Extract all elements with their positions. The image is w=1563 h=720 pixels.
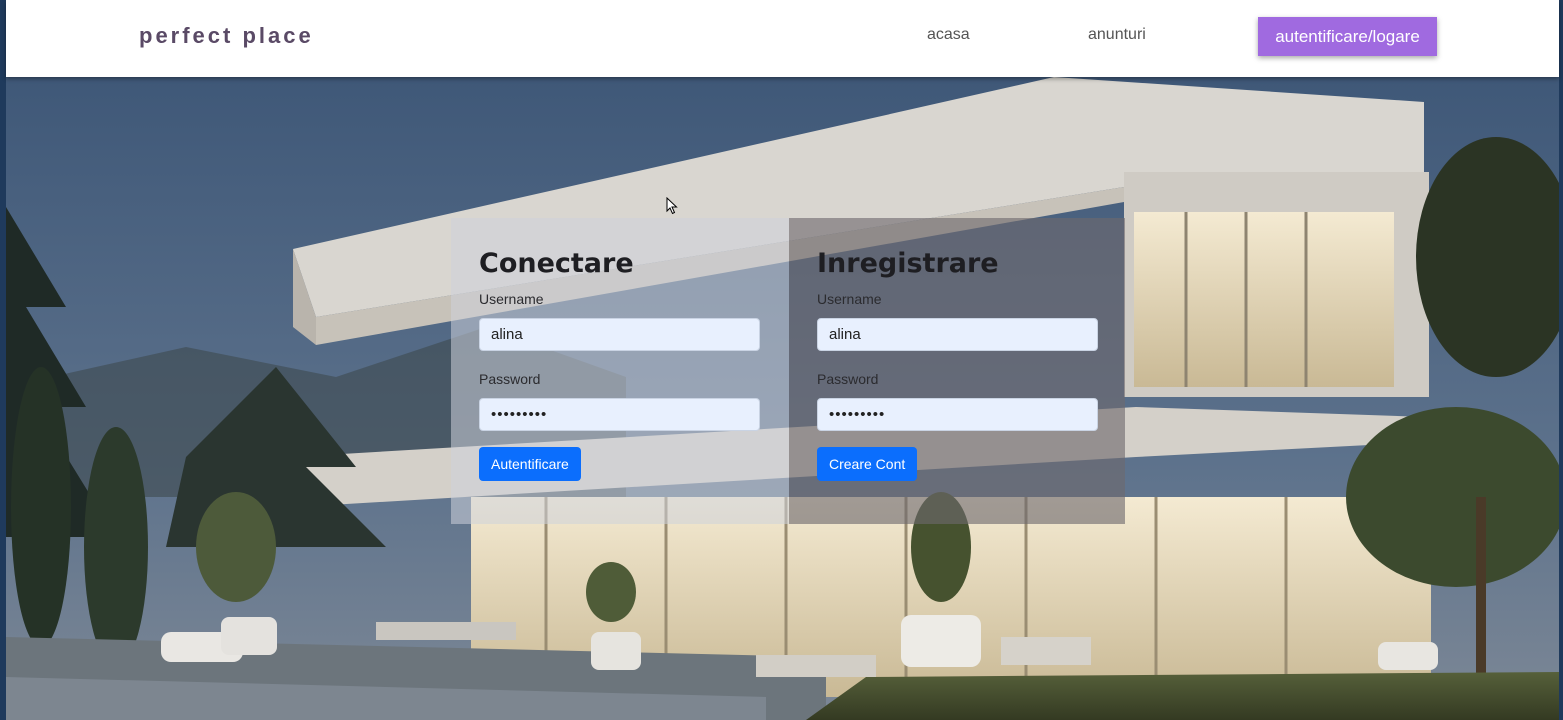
login-username-label: Username <box>479 291 544 307</box>
login-title: Conectare <box>479 248 634 279</box>
login-username-input[interactable] <box>479 318 760 351</box>
nav-link-anunturi[interactable]: anunturi <box>1088 26 1146 44</box>
login-button[interactable]: Autentificare <box>479 447 581 481</box>
navbar: perfect place acasa anunturi autentifica… <box>6 0 1559 77</box>
nav-auth-button[interactable]: autentificare/logare <box>1258 17 1437 56</box>
register-password-label: Password <box>817 371 879 387</box>
register-username-input[interactable] <box>817 318 1098 351</box>
window-edge-left <box>0 0 6 720</box>
login-password-input[interactable] <box>479 398 760 431</box>
register-password-input[interactable] <box>817 398 1098 431</box>
register-panel: Inregistrare Username Password Creare Co… <box>789 218 1125 524</box>
create-account-button[interactable]: Creare Cont <box>817 447 918 481</box>
register-title: Inregistrare <box>817 248 999 279</box>
register-username-label: Username <box>817 291 882 307</box>
nav-link-acasa[interactable]: acasa <box>927 26 970 44</box>
login-password-label: Password <box>479 371 541 387</box>
mouse-pointer-icon <box>666 196 678 220</box>
window-edge-right <box>1559 0 1563 720</box>
login-panel: Conectare Username Password Autentificar… <box>451 218 789 524</box>
brand-logo[interactable]: perfect place <box>139 23 314 49</box>
